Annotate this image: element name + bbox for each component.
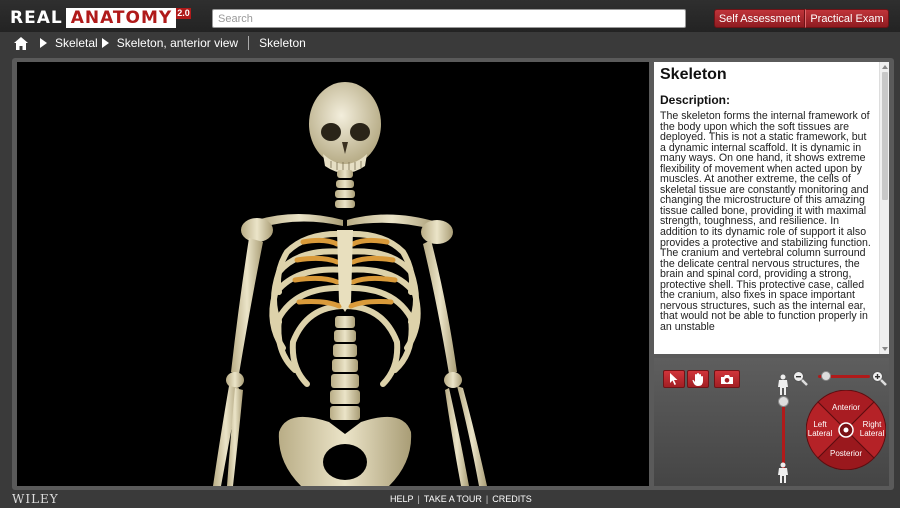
breadcrumb-arrow-icon: [101, 38, 109, 48]
wiley-logo: WILEY: [12, 492, 59, 506]
footer: WILEY HELP | TAKE A TOUR | CREDITS: [0, 490, 900, 508]
skeleton-model-image: [213, 82, 487, 486]
logo-version-badge: 2.0: [176, 8, 191, 19]
camera-icon: [721, 374, 733, 384]
layer-slider-handle[interactable]: [778, 396, 789, 407]
scrollbar-thumb[interactable]: [882, 72, 888, 200]
credits-link[interactable]: CREDITS: [492, 494, 532, 504]
zoom-slider-handle[interactable]: [821, 371, 831, 381]
breadcrumb-item-skeletal[interactable]: Skeletal: [55, 36, 98, 50]
description-label: Description:: [660, 93, 731, 107]
pointer-icon: [670, 373, 678, 385]
pan-tool-button[interactable]: [687, 370, 709, 388]
practical-exam-button[interactable]: Practical Exam: [805, 9, 889, 28]
footer-links: HELP | TAKE A TOUR | CREDITS: [390, 494, 532, 504]
breadcrumb: Skeletal Skeleton, anterior view Skeleto…: [0, 32, 900, 54]
take-a-tour-link[interactable]: TAKE A TOUR: [424, 494, 482, 504]
model-viewer[interactable]: [17, 62, 649, 486]
posterior-label: Posterior: [830, 449, 862, 458]
body-figure-bottom-icon: [774, 462, 792, 484]
snapshot-button[interactable]: [714, 370, 740, 388]
body-figure-top-icon: [774, 374, 792, 396]
right-label: Right Lateral: [860, 420, 885, 438]
top-bar: REAL ANATOMY 2.0 Self Assessment Practic…: [0, 0, 900, 32]
description-content: Skeleton Description: The skeleton forms…: [660, 66, 874, 332]
structure-title: Skeleton: [660, 66, 727, 83]
scroll-down-arrow-icon[interactable]: [882, 347, 888, 351]
breadcrumb-current: Skeleton: [259, 36, 306, 50]
zoom-out-icon[interactable]: [792, 370, 808, 386]
breadcrumb-divider: [248, 36, 250, 50]
footer-separator: |: [485, 494, 489, 504]
description-text: The skeleton forms the internal framewor…: [660, 110, 871, 333]
anterior-label: Anterior: [832, 403, 860, 412]
scroll-up-arrow-icon[interactable]: [882, 65, 888, 69]
pointer-tool-button[interactable]: [663, 370, 685, 388]
help-link[interactable]: HELP: [390, 494, 414, 504]
dial-center-dot: [843, 427, 849, 433]
view-controls-panel: Anterior Left Lateral Right Lateral Poster…: [654, 358, 889, 486]
zoom-in-icon[interactable]: [871, 370, 887, 386]
self-assessment-button[interactable]: Self Assessment: [714, 9, 805, 28]
footer-separator: |: [417, 494, 420, 504]
home-icon[interactable]: [14, 36, 28, 50]
logo-real-text: REAL: [10, 8, 63, 28]
description-panel[interactable]: Skeleton Description: The skeleton forms…: [654, 62, 889, 354]
breadcrumb-item-anterior-view[interactable]: Skeleton, anterior view: [117, 36, 238, 50]
header-button-group: Self Assessment Practical Exam: [714, 9, 889, 28]
description-scrollbar[interactable]: [879, 62, 889, 354]
search-input[interactable]: [212, 9, 686, 28]
view-orientation-dial: Anterior Left Lateral Right Lateral Poster…: [806, 390, 886, 470]
real-anatomy-logo[interactable]: REAL ANATOMY 2.0: [10, 8, 191, 28]
breadcrumb-arrow-icon: [40, 38, 47, 48]
hand-icon: [692, 372, 703, 386]
logo-anatomy-text: ANATOMY: [65, 8, 177, 28]
